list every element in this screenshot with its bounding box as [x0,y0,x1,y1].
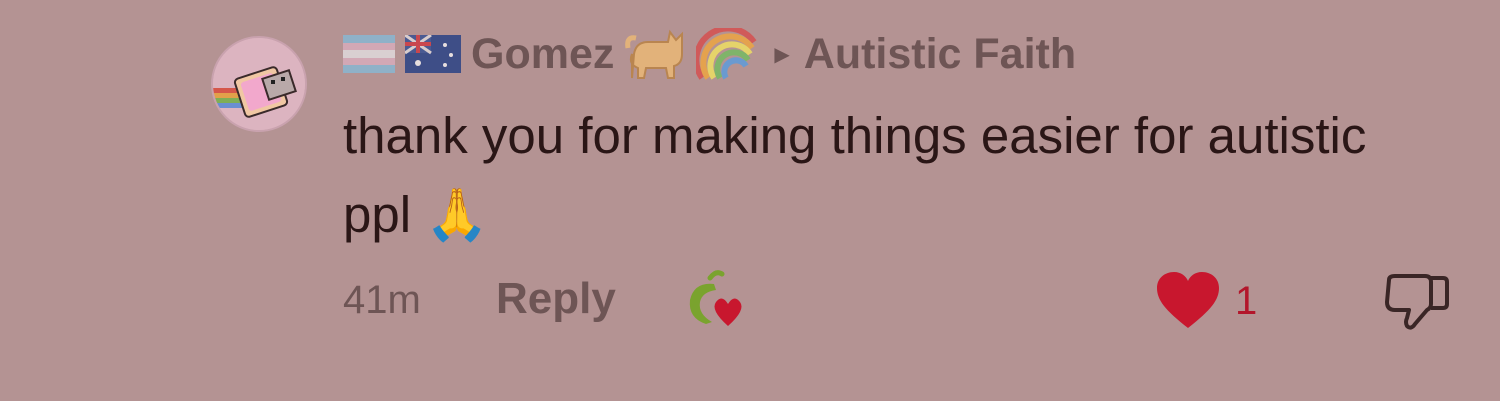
trans-flag-icon [343,35,395,73]
like-button[interactable]: 1 [1155,270,1257,332]
community-link[interactable]: Autistic Faith [804,30,1076,79]
comment-body: thank you for making things easier for a… [343,107,1367,243]
thumbs-down-icon[interactable] [1381,270,1453,336]
username[interactable]: Gomez [471,30,614,79]
play-arrow-icon: ▶ [774,43,790,66]
award-icon[interactable] [680,270,752,332]
heart-icon [1157,272,1219,328]
nyan-cat-avatar-icon [213,38,305,130]
cat-icon [625,29,684,79]
comment-actions: 41m Reply 1 [343,270,1453,332]
rainbow-icon [696,28,757,80]
australia-flag-icon [405,35,461,73]
avatar[interactable] [211,36,307,132]
timestamp: 41m [343,278,421,322]
comment-header: Gomez ▶ Autistic Faith [343,26,1076,82]
reply-button[interactable]: Reply [496,274,616,324]
like-count: 1 [1235,278,1258,323]
